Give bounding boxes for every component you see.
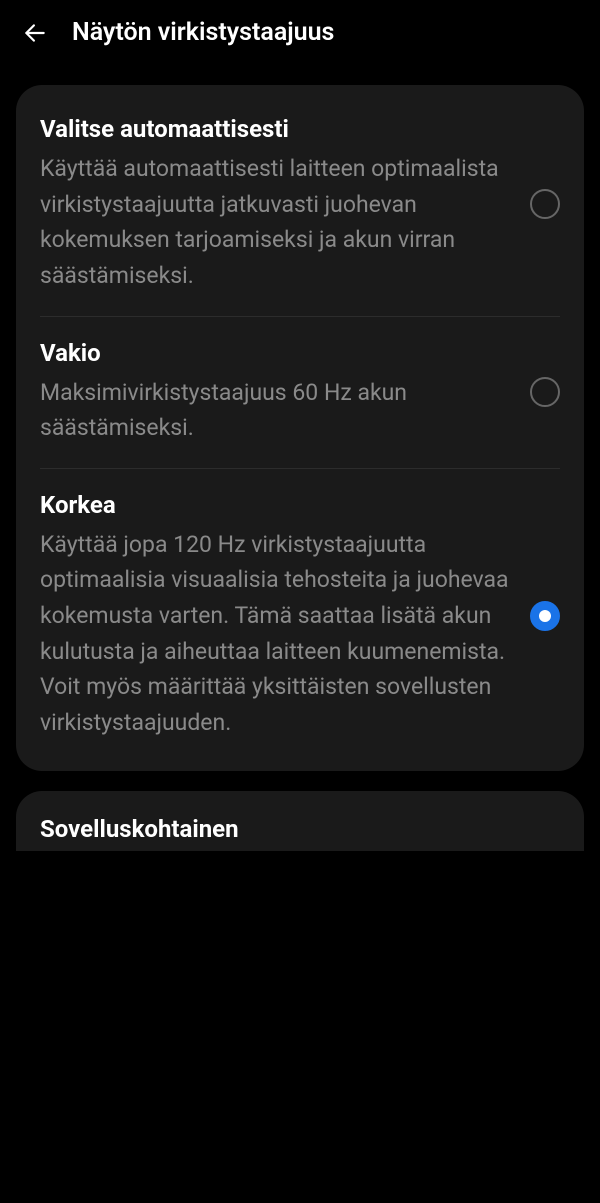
option-title: Vakio: [40, 339, 518, 367]
option-description: Käyttää automaattisesti laitteen optimaa…: [40, 151, 518, 294]
radio-standard[interactable]: [530, 377, 560, 407]
option-standard[interactable]: Vakio Maksimivirkistystaajuus 60 Hz akun…: [16, 317, 584, 468]
option-high[interactable]: Korkea Käyttää jopa 120 Hz virkistystaaj…: [16, 469, 584, 763]
radio-automatic[interactable]: [530, 189, 560, 219]
page-title: Näytön virkistystaajuus: [72, 18, 334, 47]
header: Näytön virkistystaajuus: [0, 0, 600, 65]
option-description: Maksimivirkistystaajuus 60 Hz akun sääst…: [40, 375, 518, 446]
refresh-rate-options-card: Valitse automaattisesti Käyttää automaat…: [16, 85, 584, 771]
option-description: Käyttää jopa 120 Hz virkistystaajuutta o…: [40, 527, 518, 741]
option-title: Korkea: [40, 491, 518, 519]
per-app-card[interactable]: Sovelluskohtainen: [16, 791, 584, 851]
radio-high[interactable]: [530, 601, 560, 631]
option-content: Valitse automaattisesti Käyttää automaat…: [40, 115, 530, 294]
back-icon[interactable]: [22, 20, 48, 46]
option-title: Valitse automaattisesti: [40, 115, 518, 143]
per-app-title: Sovelluskohtainen: [40, 815, 560, 843]
option-content: Vakio Maksimivirkistystaajuus 60 Hz akun…: [40, 339, 530, 446]
option-automatic[interactable]: Valitse automaattisesti Käyttää automaat…: [16, 93, 584, 316]
option-content: Korkea Käyttää jopa 120 Hz virkistystaaj…: [40, 491, 530, 741]
